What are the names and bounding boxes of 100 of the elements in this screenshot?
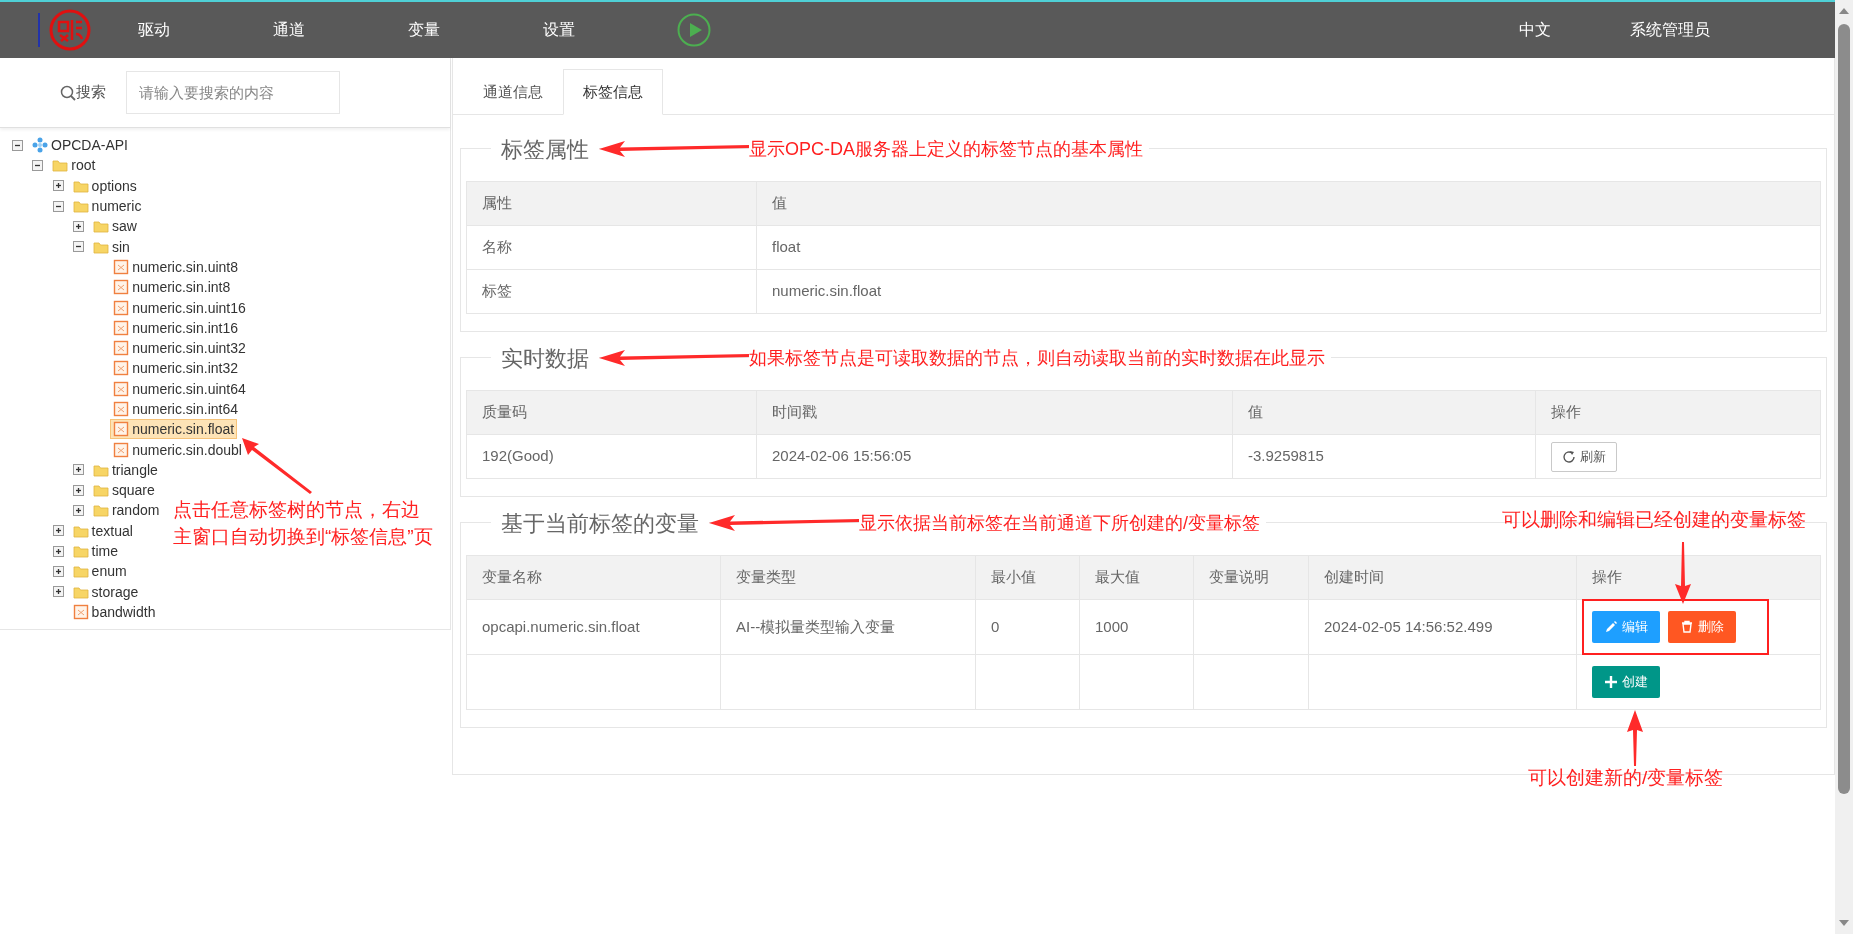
table-cell: 192(Good) — [466, 434, 757, 479]
tree-node[interactable]: saw — [89, 216, 140, 237]
tree-node[interactable]: numeric.sin.uint16 — [110, 297, 249, 318]
expand-icon[interactable] — [52, 586, 64, 598]
collapse-icon[interactable] — [52, 200, 64, 212]
tree-node[interactable]: storage — [69, 581, 142, 602]
column-header: 值 — [756, 181, 1821, 226]
tree-node[interactable]: numeric.sin.int32 — [110, 358, 241, 379]
table-cell: 1000 — [1079, 599, 1194, 655]
network-icon — [32, 137, 48, 154]
tag-icon — [113, 340, 130, 357]
tree-node[interactable]: options — [69, 175, 140, 196]
collapse-icon[interactable] — [72, 241, 84, 253]
trash-icon — [1680, 620, 1694, 634]
tree-node[interactable]: OPCDA-API — [29, 135, 131, 156]
annotation-arrow — [1674, 542, 1692, 606]
folder-icon — [92, 218, 109, 235]
tree-node[interactable]: numeric.sin.uint32 — [110, 338, 249, 359]
create-button[interactable]: 创建 — [1592, 666, 1660, 698]
refresh-button[interactable]: 刷新 — [1551, 441, 1617, 472]
folder-icon — [72, 198, 89, 215]
expand-icon[interactable] — [52, 525, 64, 537]
expand-icon[interactable] — [52, 545, 64, 557]
tag-icon — [113, 258, 130, 275]
tag-icon — [113, 421, 130, 438]
annotation-arrow — [1626, 710, 1644, 766]
tree-node[interactable]: numeric — [69, 196, 145, 217]
tree-node[interactable]: numeric.sin.doubl — [110, 439, 245, 460]
tag-icon — [113, 299, 130, 316]
tab[interactable]: 标签信息 — [563, 69, 663, 115]
tree-node[interactable]: triangle — [89, 459, 161, 480]
search-icon — [60, 84, 76, 101]
column-header: 最小值 — [975, 555, 1080, 600]
tree-node[interactable]: square — [89, 480, 158, 501]
tree-node[interactable]: bandwidth — [69, 601, 159, 622]
table-cell: AI--模拟量类型输入变量 — [720, 599, 976, 655]
table-cell: 0 — [975, 599, 1080, 655]
tag-icon — [113, 401, 130, 417]
expand-icon[interactable] — [52, 565, 64, 577]
column-header: 属性 — [466, 181, 757, 226]
table-cell: opcapi.numeric.sin.float — [466, 599, 721, 655]
tag-icon — [113, 279, 130, 296]
column-header: 变量类型 — [720, 555, 976, 600]
search-field[interactable]: 请输入要搜索的内容 — [126, 71, 340, 114]
folder-icon — [92, 502, 109, 519]
tree-node[interactable]: enum — [69, 561, 130, 582]
expand-icon[interactable] — [72, 484, 84, 496]
annotation-text: 可以删除和编辑已经创建的变量标签 — [1502, 508, 1806, 532]
column-header: 变量名称 — [466, 555, 721, 600]
play-icon[interactable] — [677, 13, 711, 47]
column-header: 创建时间 — [1308, 555, 1577, 600]
column-header: 质量码 — [466, 390, 757, 435]
tree-node[interactable]: numeric.sin.int64 — [110, 399, 241, 419]
nav-link[interactable]: 设置 — [509, 18, 609, 42]
tag-icon — [113, 319, 130, 336]
collapse-icon[interactable] — [32, 159, 44, 171]
expand-icon[interactable] — [72, 464, 84, 476]
divider-line — [38, 13, 40, 47]
plus-icon — [1604, 675, 1618, 689]
table-cell: 标签 — [466, 269, 757, 314]
scrollbar[interactable] — [1835, 0, 1853, 934]
folder-icon — [92, 482, 109, 499]
table-cell: 2024-02-06 15:56:05 — [756, 434, 1233, 479]
tab[interactable]: 通道信息 — [463, 69, 563, 115]
nav-link[interactable]: 通道 — [239, 18, 339, 42]
column-header: 操作 — [1535, 390, 1821, 435]
tree-node[interactable]: numeric.sin.int8 — [110, 277, 234, 298]
annotation-text: 点击任意标签树的节点，右边 主窗口自动切换到“标签信息”页 — [173, 498, 433, 549]
collapse-icon[interactable] — [12, 139, 23, 151]
tree-node[interactable]: numeric.sin.uint64 — [110, 378, 249, 399]
column-header: 最大值 — [1079, 555, 1194, 600]
table-cell: numeric.sin.float — [756, 269, 1821, 314]
tree-node[interactable]: textual — [69, 520, 136, 541]
logo-icon — [48, 8, 92, 52]
tree-node[interactable]: numeric.sin.float — [110, 419, 238, 440]
nav-link[interactable]: 变量 — [374, 18, 474, 42]
nav-link[interactable]: 驱动 — [104, 18, 204, 42]
column-header: 时间戳 — [756, 390, 1233, 435]
tree-node[interactable]: sin — [89, 236, 133, 257]
tag-icon — [72, 603, 89, 620]
tree-node[interactable]: root — [49, 155, 99, 176]
tree-node[interactable]: time — [69, 541, 122, 562]
tree-node[interactable]: random — [89, 500, 163, 521]
language-menu[interactable]: 中文 — [1485, 18, 1585, 42]
folder-icon — [72, 543, 89, 560]
tag-icon — [113, 380, 130, 397]
expand-icon[interactable] — [72, 505, 84, 516]
pencil-icon — [1604, 620, 1618, 634]
search-label: 搜索 — [76, 82, 106, 103]
refresh-icon — [1562, 449, 1576, 464]
table-cell: 2024-02-05 14:56:52.499 — [1308, 599, 1577, 655]
tree-node[interactable]: numeric.sin.int16 — [110, 317, 241, 338]
expand-icon[interactable] — [52, 180, 64, 192]
column-header: 操作 — [1576, 555, 1821, 600]
expand-icon[interactable] — [72, 220, 84, 232]
tree-node[interactable]: numeric.sin.uint8 — [110, 256, 241, 277]
column-header: 变量说明 — [1193, 555, 1309, 600]
table-cell: -3.9259815 — [1232, 434, 1536, 479]
user-menu[interactable]: 系统管理员 — [1620, 18, 1720, 42]
table-cell: float — [756, 225, 1821, 270]
